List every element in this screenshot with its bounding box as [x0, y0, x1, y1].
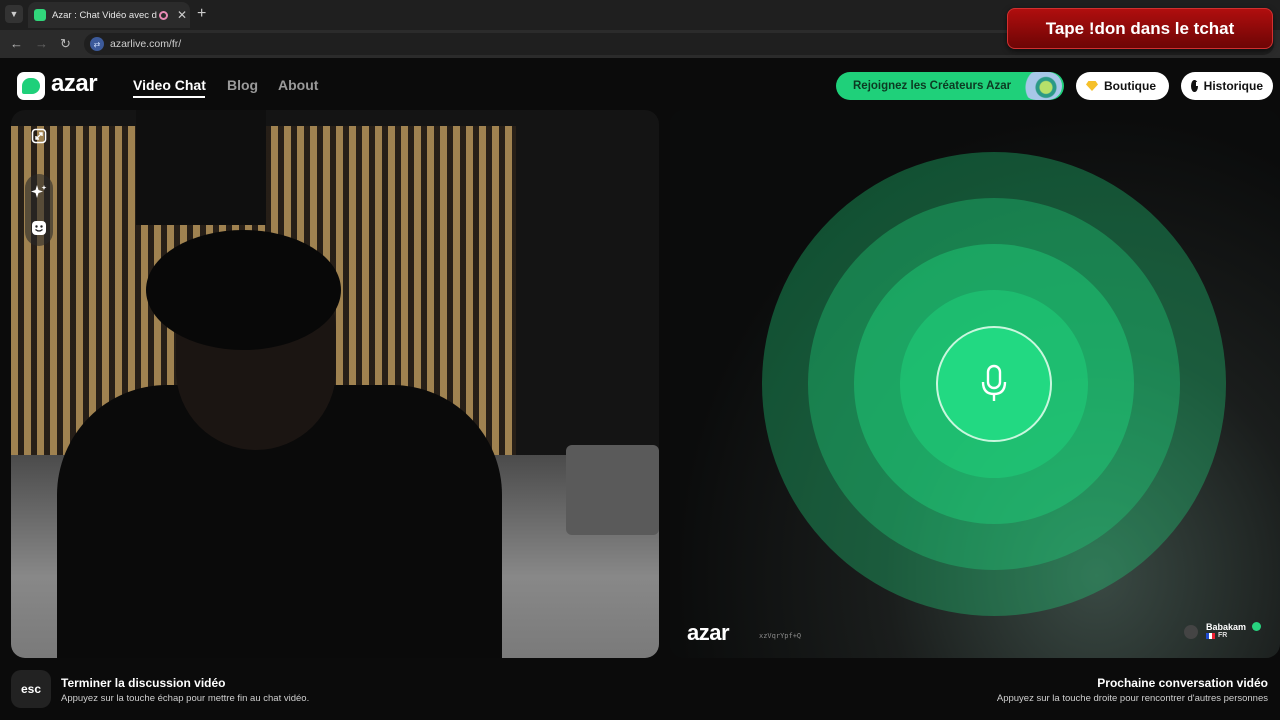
nav-active-underline: [133, 96, 205, 98]
site-header: azar Video Chat Blog About Rejoignez les…: [0, 58, 1280, 110]
new-tab-button[interactable]: +: [197, 5, 206, 23]
join-creators-button[interactable]: Rejoignez les Créateurs Azar: [836, 72, 1064, 100]
partner-country: FR: [1218, 632, 1228, 639]
clock-icon: [1191, 80, 1198, 92]
stream-overlay-banner: Tape !don dans le tchat: [1007, 8, 1273, 49]
history-button[interactable]: Historique: [1181, 72, 1273, 100]
session-code: xzVqrYpf+Q: [759, 632, 802, 640]
recording-indicator-icon: [159, 10, 168, 20]
next-chat-title: Prochaine conversation vidéo: [1097, 676, 1268, 690]
face-icon: [32, 221, 46, 235]
microphone-icon: [981, 364, 1007, 401]
forward-arrow-icon[interactable]: →: [35, 36, 48, 51]
nav-about[interactable]: About: [278, 77, 318, 93]
tab-title: Azar : Chat Vidéo avec de n: [52, 9, 157, 21]
history-label: Historique: [1203, 79, 1263, 93]
tab-search-dropdown-icon[interactable]: ▼: [5, 5, 23, 23]
diamond-icon: [1086, 81, 1098, 91]
end-chat-title: Terminer la discussion vidéo: [61, 676, 226, 690]
azar-logo-icon[interactable]: [17, 72, 45, 100]
esc-key-button[interactable]: esc: [11, 670, 51, 708]
self-video-panel: [11, 110, 659, 658]
verified-badge-icon: [1252, 622, 1261, 631]
nav-video-chat[interactable]: Video Chat: [133, 77, 206, 93]
effects-button[interactable]: [25, 178, 53, 206]
azar-watermark-logo: azar: [687, 620, 730, 645]
partner-username: Babakam: [1206, 622, 1247, 632]
shortcut-footer: esc Terminer la discussion vidéo Appuyez…: [0, 660, 1280, 720]
join-creators-label: Rejoignez les Créateurs Azar: [853, 80, 1012, 92]
end-chat-hint: Appuyez sur la touche échap pour mettre …: [61, 693, 310, 704]
avatar: [1184, 625, 1198, 639]
person-hair: [146, 230, 341, 350]
partner-user-badge[interactable]: Babakam FR: [1184, 621, 1274, 643]
partner-video-panel: azar xzVqrYpf+Q Babakam FR: [670, 110, 1280, 658]
video-tools: [25, 122, 53, 246]
next-chat-hint: Appuyez sur la touche droite pour rencon…: [996, 693, 1268, 704]
effects-toolbar: [25, 174, 53, 246]
minimize-icon: [31, 128, 47, 144]
url-text: azarlive.com/fr/: [110, 38, 182, 50]
stickers-button[interactable]: [25, 214, 53, 242]
back-arrow-icon[interactable]: ←: [10, 36, 23, 51]
close-tab-icon[interactable]: ✕: [177, 8, 187, 22]
sparkles-icon: [31, 185, 47, 198]
video-background-shadow: [136, 110, 266, 225]
video-background-bench: [566, 445, 659, 535]
microphone-button[interactable]: [936, 326, 1052, 442]
azar-favicon-icon: [34, 9, 46, 21]
browser-tab[interactable]: Azar : Chat Vidéo avec de n ✕: [28, 2, 190, 28]
azar-logo-text[interactable]: azar: [51, 70, 98, 98]
site-info-icon[interactable]: ⇄: [90, 37, 104, 51]
shop-button[interactable]: Boutique: [1076, 72, 1169, 100]
creators-illustration-icon: [1022, 72, 1062, 100]
shop-label: Boutique: [1104, 79, 1156, 93]
reload-icon[interactable]: ↻: [60, 36, 71, 52]
nav-blog[interactable]: Blog: [227, 77, 258, 93]
france-flag-icon: [1206, 633, 1215, 639]
minimize-video-button[interactable]: [25, 122, 53, 150]
